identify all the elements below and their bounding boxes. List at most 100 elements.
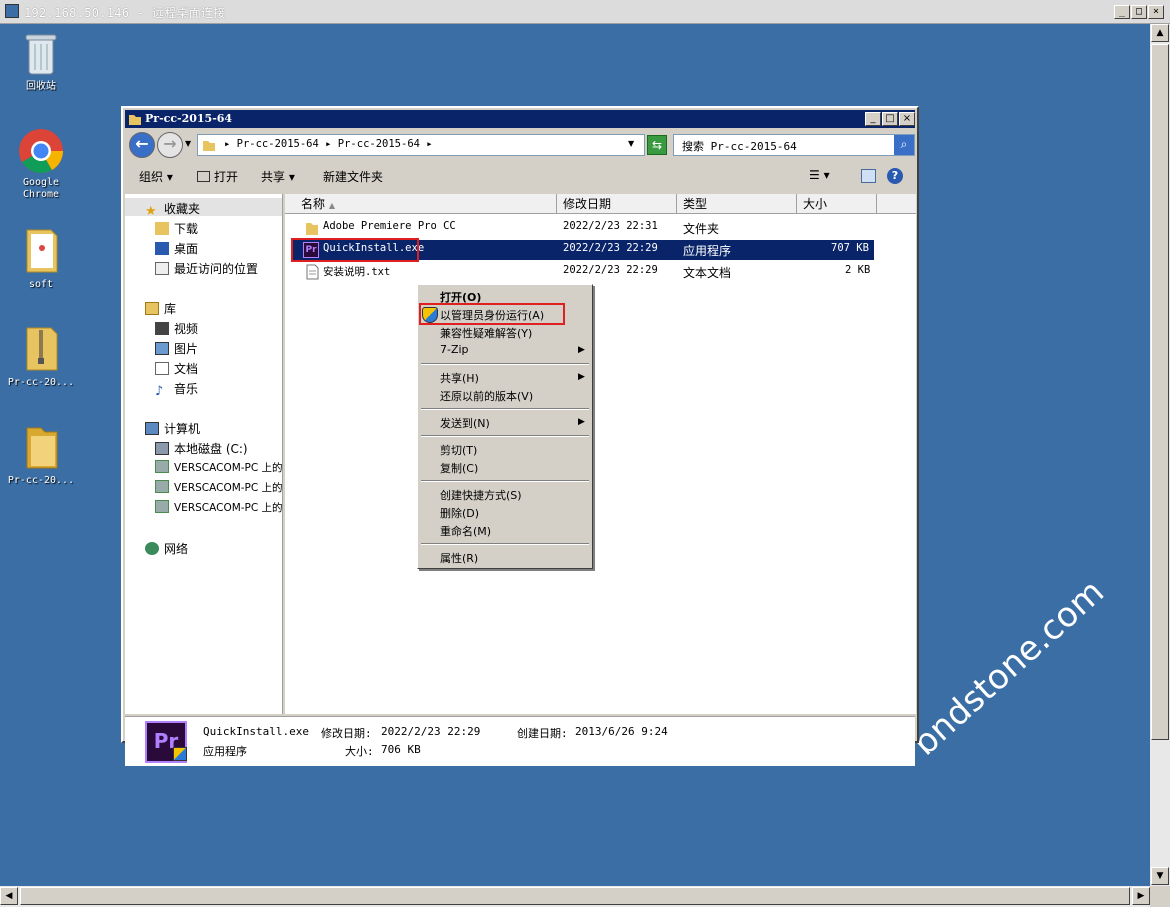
address-dropdown-icon[interactable]: ▼ <box>628 139 634 148</box>
menu-delete[interactable]: 删除(D) <box>440 505 479 521</box>
history-dropdown-icon[interactable]: ▼ <box>185 139 191 148</box>
nav-label: 本地磁盘 (C:) <box>174 442 248 456</box>
forward-arrow-icon[interactable]: → <box>157 132 183 158</box>
refresh-icon[interactable]: ⇆ <box>647 135 667 155</box>
help-icon[interactable]: ? <box>887 168 903 184</box>
rdp-horizontal-scrollbar[interactable]: ◀ ▶ <box>0 886 1150 907</box>
file-name: 安装说明.txt <box>323 266 391 278</box>
library-icon <box>145 302 159 315</box>
details-pane: Pr QuickInstall.exe 修改日期: 2022/2/23 22:2… <box>125 716 915 766</box>
scroll-thumb[interactable] <box>1151 44 1169 740</box>
address-path[interactable]: ▸ Pr-cc-2015-64 ▸ Pr-cc-2015-64 ▸ <box>224 138 433 150</box>
desktop-icon-chrome[interactable]: Google Chrome <box>6 128 76 201</box>
submenu-arrow-icon: ▶ <box>578 417 585 427</box>
menu-restore-versions[interactable]: 还原以前的版本(V) <box>440 388 533 404</box>
submenu-arrow-icon: ▶ <box>578 372 585 382</box>
desktop-icon-soft[interactable]: soft <box>6 224 76 291</box>
maximize-button[interactable]: □ <box>882 112 898 126</box>
desktop-icon-recycle-bin[interactable]: 回收站 <box>6 30 76 93</box>
search-icon[interactable]: ⌕ <box>894 135 914 155</box>
menu-compat-troubleshoot[interactable]: 兼容性疑难解答(Y) <box>440 325 532 341</box>
rdp-maximize-button[interactable]: □ <box>1131 5 1147 19</box>
star-icon: ★ <box>145 204 157 219</box>
file-list: 名称 ▲ 修改日期 类型 大小 Adobe Premiere Pro CC 20… <box>285 194 916 714</box>
folder-icon <box>129 115 141 125</box>
menu-create-shortcut[interactable]: 创建快捷方式(S) <box>440 487 522 503</box>
nav-network-drive-1[interactable]: VERSCACOM-PC 上的 <box>155 460 283 475</box>
nav-label: 视频 <box>174 322 199 336</box>
menu-separator <box>421 480 589 482</box>
nav-music[interactable]: ♪ 音乐 <box>155 380 198 399</box>
details-modified-label: 修改日期: <box>321 727 372 740</box>
open-button[interactable]: 打开 <box>197 168 238 185</box>
file-row[interactable]: Adobe Premiere Pro CC 2022/2/23 22:31 文件… <box>293 218 874 238</box>
menu-copy[interactable]: 复制(C) <box>440 460 478 476</box>
folder-icon <box>26 427 58 469</box>
nav-local-disk[interactable]: 本地磁盘 (C:) <box>155 440 248 457</box>
column-type[interactable]: 类型 <box>677 194 797 214</box>
menu-cut[interactable]: 剪切(T) <box>440 442 477 458</box>
menu-share[interactable]: 共享(H) <box>440 370 479 386</box>
nav-network-drive-3[interactable]: VERSCACOM-PC 上的 <box>155 500 283 515</box>
nav-favorites[interactable]: ★ 收藏夹 <box>145 200 200 219</box>
scroll-thumb[interactable] <box>20 887 1130 905</box>
menu-rename[interactable]: 重命名(M) <box>440 523 491 539</box>
close-button[interactable]: × <box>899 112 915 126</box>
desktop-icon-label: Pr-cc-20... <box>7 377 75 388</box>
details-modified: 2022/2/23 22:29 <box>381 725 481 738</box>
nav-recent[interactable]: 最近访问的位置 <box>155 260 258 277</box>
rdp-vertical-scrollbar[interactable]: ▲ ▼ <box>1150 24 1170 886</box>
desktop-icon-label: Pr-cc-20... <box>7 475 75 486</box>
desktop-icon-label: Google Chrome <box>22 177 60 200</box>
file-size: 707 KB <box>831 242 869 254</box>
view-list-icon[interactable]: ☰ ▾ <box>809 168 830 182</box>
column-modified[interactable]: 修改日期 <box>557 194 677 214</box>
minimize-button[interactable]: _ <box>865 112 881 126</box>
desktop-icon-pr-zip[interactable]: Pr-cc-20... <box>6 322 76 389</box>
nav-downloads[interactable]: 下载 <box>155 220 198 237</box>
file-type: 文本文档 <box>683 266 732 280</box>
computer-icon <box>145 422 159 435</box>
open-label: 打开 <box>214 170 239 184</box>
nav-documents[interactable]: 文档 <box>155 360 198 377</box>
nav-network-drive-2[interactable]: VERSCACOM-PC 上的 <box>155 480 283 495</box>
nav-libraries[interactable]: 库 <box>145 300 176 317</box>
nav-network[interactable]: 网络 <box>145 540 188 557</box>
nav-videos[interactable]: 视频 <box>155 320 198 337</box>
navigation-pane: ★ 收藏夹 下载 桌面 最近访问的位置 库 视频 图片 文档 ♪ 音乐 计算机 本地… <box>125 194 283 714</box>
explorer-titlebar: Pr-cc-2015-64 _ □ × <box>125 110 915 128</box>
column-size[interactable]: 大小 <box>797 194 877 214</box>
menu-separator <box>421 408 589 410</box>
network-drive-icon <box>155 460 169 473</box>
search-input[interactable]: 搜索 Pr-cc-2015-64 ⌕ <box>673 134 915 156</box>
nav-desktop[interactable]: 桌面 <box>155 240 198 257</box>
scroll-right-arrow-icon[interactable]: ▶ <box>1132 887 1150 905</box>
rdp-close-button[interactable]: × <box>1148 5 1164 19</box>
menu-7zip[interactable]: 7-Zip <box>440 343 469 356</box>
share-button[interactable]: 共享 ▾ <box>261 168 295 185</box>
nav-label: 图片 <box>174 342 199 356</box>
desktop-icon-label: 回收站 <box>26 81 56 92</box>
menu-properties[interactable]: 属性(R) <box>440 550 478 566</box>
nav-pictures[interactable]: 图片 <box>155 340 198 357</box>
menu-separator <box>421 363 589 365</box>
new-folder-button[interactable]: 新建文件夹 <box>323 168 383 185</box>
scroll-left-arrow-icon[interactable]: ◀ <box>0 887 18 905</box>
rdp-minimize-button[interactable]: _ <box>1114 5 1130 19</box>
context-menu: 打开(O) 以管理员身份运行(A) 兼容性疑难解答(Y) 7-Zip ▶ 共享(… <box>417 284 593 569</box>
scroll-up-arrow-icon[interactable]: ▲ <box>1151 24 1169 42</box>
address-box[interactable]: ▸ Pr-cc-2015-64 ▸ Pr-cc-2015-64 ▸ ▼ <box>197 134 645 156</box>
nav-computer[interactable]: 计算机 <box>145 420 200 437</box>
nav-label: VERSCACOM-PC 上的 <box>174 502 283 514</box>
file-row[interactable]: 安装说明.txt 2022/2/23 22:29 文本文档 2 KB <box>293 262 874 282</box>
column-name[interactable]: 名称 ▲ <box>295 194 557 214</box>
preview-pane-icon[interactable] <box>861 169 876 183</box>
watermark: bndstone.com <box>905 571 1112 764</box>
scroll-down-arrow-icon[interactable]: ▼ <box>1151 867 1169 885</box>
organize-button[interactable]: 组织 ▾ <box>139 168 173 185</box>
back-arrow-icon[interactable]: ← <box>129 132 155 158</box>
desktop-icon-pr-folder[interactable]: Pr-cc-20... <box>6 420 76 487</box>
menu-send-to[interactable]: 发送到(N) <box>440 415 490 431</box>
nav-label: VERSCACOM-PC 上的 <box>174 482 283 494</box>
nav-label: 最近访问的位置 <box>174 262 259 276</box>
